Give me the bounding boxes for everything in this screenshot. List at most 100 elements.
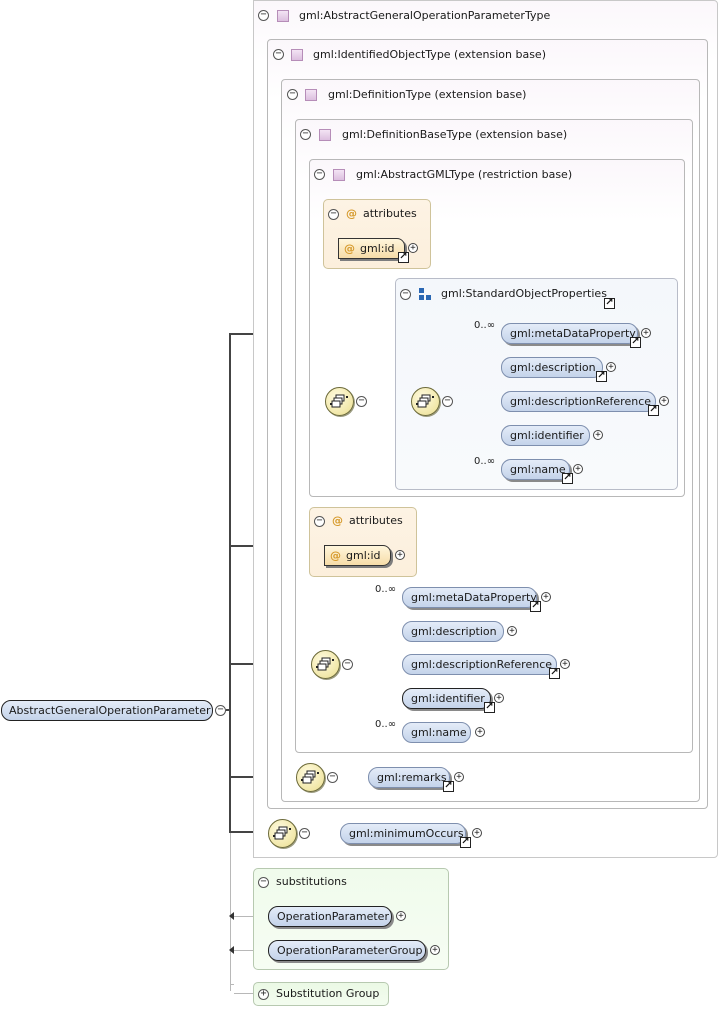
expand-icon[interactable]: + <box>659 396 669 406</box>
collapse-icon[interactable]: − <box>314 516 325 527</box>
element-identifier[interactable]: gml:identifier <box>501 425 590 446</box>
element-label: gml:identifier <box>411 692 485 705</box>
element-name[interactable]: gml:name <box>402 722 471 743</box>
at-sign-icon: @ <box>344 242 355 255</box>
element-label: gml:metaDataProperty <box>510 327 636 340</box>
element-label: gml:description <box>411 625 497 638</box>
cardinality: 0..∞ <box>375 584 397 595</box>
reference-arrow-icon[interactable]: ↗ <box>604 298 615 309</box>
expand-icon[interactable]: + <box>472 828 482 838</box>
element-meta-data-property[interactable]: gml:metaDataProperty <box>501 323 638 344</box>
element-name[interactable]: gml:name <box>501 459 570 480</box>
attribute-gml-id[interactable]: @ gml:id <box>338 238 405 259</box>
element-meta-data-property[interactable]: gml:metaDataProperty <box>402 587 537 608</box>
substitution-group[interactable]: + Substitution Group <box>253 982 389 1006</box>
expand-icon[interactable]: + <box>641 328 651 338</box>
expand-icon[interactable]: + <box>475 727 485 737</box>
sequence-compositor[interactable] <box>311 650 340 679</box>
collapse-icon[interactable]: − <box>287 89 298 100</box>
collapse-icon[interactable]: − <box>273 49 284 60</box>
element-minimum-occurs[interactable]: gml:minimumOccurs <box>340 823 466 844</box>
collapse-icon[interactable]: − <box>258 10 269 21</box>
reference-arrow-icon[interactable]: ↗ <box>648 405 659 416</box>
element-label: OperationParameterGroup <box>277 944 423 957</box>
at-sign-icon: @ <box>332 514 343 527</box>
type-title: gml:DefinitionBaseType (extension base) <box>342 128 568 141</box>
sequence-compositor[interactable] <box>325 387 354 416</box>
expand-icon[interactable]: + <box>430 945 440 955</box>
collapse-icon[interactable]: − <box>327 772 338 783</box>
element-label: gml:metaDataProperty <box>411 591 537 604</box>
attribute-label: gml:id <box>360 242 395 255</box>
expand-icon[interactable]: + <box>560 659 570 669</box>
type-title: gml:DefinitionType (extension base) <box>328 88 527 101</box>
collapse-icon[interactable]: − <box>442 396 453 407</box>
complex-type-icon <box>305 89 317 101</box>
at-sign-icon: @ <box>330 549 341 562</box>
expand-icon[interactable]: + <box>593 430 603 440</box>
at-sign-icon: @ <box>346 207 357 220</box>
arrow-left-icon <box>229 912 234 920</box>
element-label: gml:name <box>411 726 467 739</box>
element-label: gml:name <box>510 463 566 476</box>
element-operation-parameter-group[interactable]: OperationParameterGroup <box>268 940 426 961</box>
reference-arrow-icon[interactable]: ↗ <box>549 668 560 679</box>
attributes-title: attributes <box>363 207 417 220</box>
attribute-gml-id[interactable]: @ gml:id <box>324 545 391 566</box>
expand-icon[interactable]: + <box>541 592 551 602</box>
collapse-icon[interactable]: − <box>299 828 310 839</box>
element-remarks[interactable]: gml:remarks <box>368 767 450 788</box>
reference-arrow-icon[interactable]: ↗ <box>596 371 607 382</box>
element-label: gml:descriptionReference <box>510 395 652 408</box>
element-label: gml:description <box>510 361 596 374</box>
type-title: gml:AbstractGeneralOperationParameterTyp… <box>299 9 551 22</box>
element-label: gml:minimumOccurs <box>349 827 464 840</box>
reference-arrow-icon[interactable]: ↗ <box>562 473 573 484</box>
complex-type-icon <box>319 129 331 141</box>
element-label: OperationParameter <box>277 910 389 923</box>
element-operation-parameter[interactable]: OperationParameter <box>268 906 392 927</box>
expand-icon[interactable]: + <box>396 911 406 921</box>
element-description[interactable]: gml:description <box>501 357 603 378</box>
element-label: gml:identifier <box>510 429 584 442</box>
sequence-compositor[interactable] <box>268 819 297 848</box>
attribute-label: gml:id <box>346 549 381 562</box>
model-group-icon <box>419 288 431 300</box>
reference-arrow-icon[interactable]: ↗ <box>398 252 409 263</box>
collapse-icon[interactable]: − <box>342 659 353 670</box>
expand-icon[interactable]: + <box>454 772 464 782</box>
expand-icon[interactable]: + <box>258 989 269 1000</box>
element-identifier[interactable]: gml:identifier <box>402 688 491 709</box>
substitutions-title: substitutions <box>276 875 347 888</box>
collapse-icon[interactable]: − <box>356 396 367 407</box>
expand-icon[interactable]: + <box>494 693 504 703</box>
collapse-icon[interactable]: − <box>314 169 325 180</box>
root-element[interactable]: AbstractGeneralOperationParameter <box>1 700 213 721</box>
expand-icon[interactable]: + <box>573 464 583 474</box>
expand-icon[interactable]: + <box>507 626 517 636</box>
element-description-reference[interactable]: gml:descriptionReference <box>501 391 656 412</box>
collapse-icon[interactable]: − <box>328 209 339 220</box>
collapse-icon[interactable]: − <box>300 129 311 140</box>
sequence-compositor[interactable] <box>296 763 325 792</box>
attributes-group: − @ attributes <box>309 507 417 577</box>
complex-type-icon <box>291 49 303 61</box>
sequence-compositor[interactable] <box>411 387 440 416</box>
reference-arrow-icon[interactable]: ↗ <box>484 702 495 713</box>
sequence-compositor-icon <box>301 770 319 784</box>
collapse-icon[interactable]: − <box>400 289 411 300</box>
expand-icon[interactable]: + <box>395 550 405 560</box>
reference-arrow-icon[interactable]: ↗ <box>443 781 454 792</box>
element-label: gml:descriptionReference <box>411 658 553 671</box>
reference-arrow-icon[interactable]: ↗ <box>530 601 541 612</box>
collapse-icon[interactable]: − <box>215 705 226 716</box>
reference-arrow-icon[interactable]: ↗ <box>460 837 471 848</box>
cardinality: 0..∞ <box>474 456 496 467</box>
expand-icon[interactable]: + <box>408 243 418 253</box>
element-description-reference[interactable]: gml:descriptionReference <box>402 654 557 675</box>
element-description[interactable]: gml:description <box>402 621 504 642</box>
collapse-icon[interactable]: − <box>258 877 269 888</box>
expand-icon[interactable]: + <box>606 362 616 372</box>
reference-arrow-icon[interactable]: ↗ <box>630 337 641 348</box>
type-title: gml:IdentifiedObjectType (extension base… <box>313 48 546 61</box>
